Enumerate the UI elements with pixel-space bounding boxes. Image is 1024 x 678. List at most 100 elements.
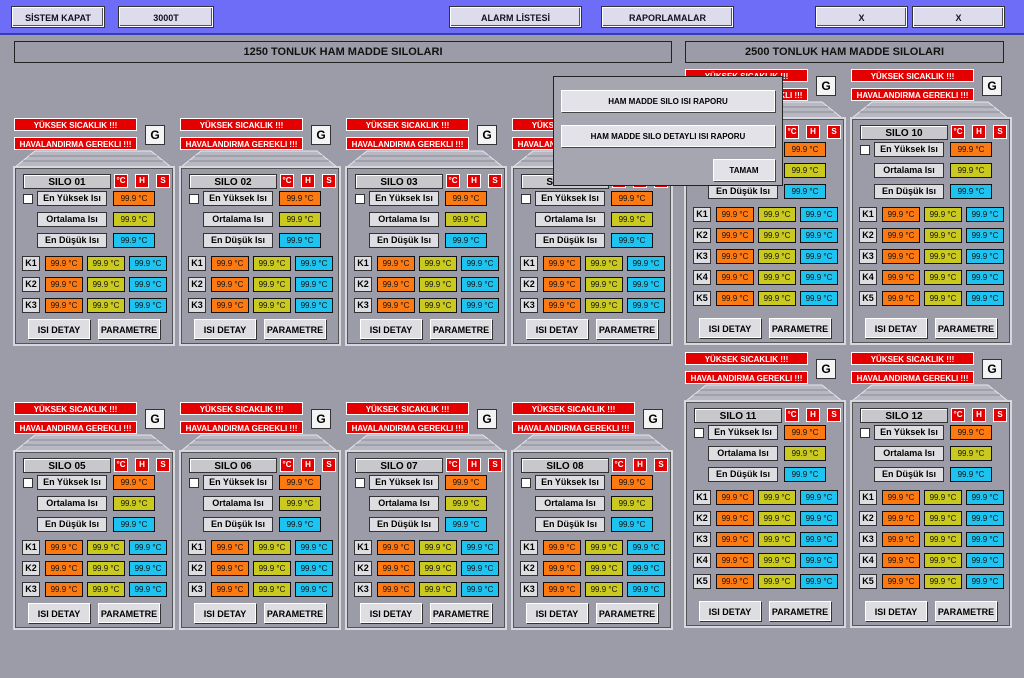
s-chip[interactable]: S bbox=[827, 125, 841, 139]
parameter-button[interactable]: PARAMETRE bbox=[430, 319, 492, 339]
heat-detail-button[interactable]: ISI DETAY bbox=[526, 319, 588, 339]
g-button[interactable]: G bbox=[311, 125, 331, 145]
h-chip[interactable]: H bbox=[972, 125, 986, 139]
min-temperature-label: En Düşük Isı bbox=[203, 233, 273, 248]
h-chip[interactable]: H bbox=[135, 458, 149, 472]
g-button[interactable]: G bbox=[477, 409, 497, 429]
parameter-button[interactable]: PARAMETRE bbox=[769, 601, 831, 621]
ok-button[interactable]: TAMAM bbox=[713, 159, 775, 181]
h-chip[interactable]: H bbox=[467, 174, 481, 188]
g-button[interactable]: G bbox=[816, 76, 836, 96]
parameter-button[interactable]: PARAMETRE bbox=[98, 319, 160, 339]
s-chip[interactable]: S bbox=[156, 174, 170, 188]
heat-detail-button[interactable]: ISI DETAY bbox=[865, 601, 927, 621]
g-button[interactable]: G bbox=[145, 125, 165, 145]
silo-checkbox[interactable] bbox=[860, 145, 870, 155]
silo-checkbox[interactable] bbox=[189, 194, 199, 204]
silo-checkbox[interactable] bbox=[694, 428, 704, 438]
close-button-1[interactable]: X bbox=[816, 7, 907, 27]
close-button-2[interactable]: X bbox=[913, 7, 1004, 27]
silo-card-8: YÜKSEK SICAKLIK !!! HAVALANDIRMA GEREKLI … bbox=[511, 402, 673, 678]
unit-celsius-chip[interactable]: °C bbox=[951, 125, 965, 139]
heat-detail-button[interactable]: ISI DETAY bbox=[865, 318, 927, 338]
h-chip[interactable]: H bbox=[467, 458, 481, 472]
g-button[interactable]: G bbox=[311, 409, 331, 429]
silo-checkbox[interactable] bbox=[860, 428, 870, 438]
s-chip[interactable]: S bbox=[654, 458, 668, 472]
heat-detail-button[interactable]: ISI DETAY bbox=[699, 318, 761, 338]
g-button[interactable]: G bbox=[145, 409, 165, 429]
silo-checkbox[interactable] bbox=[521, 194, 531, 204]
silo-detailed-heat-report-button[interactable]: HAM MADDE SILO DETAYLI ISI RAPORU bbox=[561, 125, 775, 147]
unit-celsius-chip[interactable]: °C bbox=[446, 458, 460, 472]
heat-detail-button[interactable]: ISI DETAY bbox=[526, 603, 588, 623]
unit-celsius-chip[interactable]: °C bbox=[280, 174, 294, 188]
sensor-max-value: 99.9 °C bbox=[211, 277, 249, 292]
g-button[interactable]: G bbox=[982, 76, 1002, 96]
g-button[interactable]: G bbox=[643, 409, 663, 429]
h-chip[interactable]: H bbox=[972, 408, 986, 422]
sensor-avg-value: 99.9 °C bbox=[924, 532, 962, 547]
g-button[interactable]: G bbox=[477, 125, 497, 145]
silo-checkbox[interactable] bbox=[521, 478, 531, 488]
s-chip[interactable]: S bbox=[488, 174, 502, 188]
h-chip[interactable]: H bbox=[806, 408, 820, 422]
silo-panel: SILO 03 °C H S En Yüksek Isı 99.9 °C Ortalama … bbox=[345, 166, 507, 346]
sensor-row-label: K5 bbox=[859, 291, 877, 306]
parameter-button[interactable]: PARAMETRE bbox=[935, 318, 997, 338]
unit-celsius-chip[interactable]: °C bbox=[785, 125, 799, 139]
s-chip[interactable]: S bbox=[156, 458, 170, 472]
silo-checkbox[interactable] bbox=[23, 478, 33, 488]
heat-detail-button[interactable]: ISI DETAY bbox=[28, 603, 90, 623]
h-chip[interactable]: H bbox=[806, 125, 820, 139]
unit-celsius-chip[interactable]: °C bbox=[785, 408, 799, 422]
unit-celsius-chip[interactable]: °C bbox=[951, 408, 965, 422]
parameter-button[interactable]: PARAMETRE bbox=[264, 603, 326, 623]
unit-celsius-chip[interactable]: °C bbox=[114, 458, 128, 472]
s-chip[interactable]: S bbox=[322, 458, 336, 472]
sensor-avg-value: 99.9 °C bbox=[419, 256, 457, 271]
unit-celsius-chip[interactable]: °C bbox=[114, 174, 128, 188]
unit-celsius-chip[interactable]: °C bbox=[280, 458, 294, 472]
capacity-button[interactable]: 3000T bbox=[119, 7, 213, 27]
unit-celsius-chip[interactable]: °C bbox=[446, 174, 460, 188]
h-chip[interactable]: H bbox=[301, 174, 315, 188]
s-chip[interactable]: S bbox=[827, 408, 841, 422]
sensor-row-label: K3 bbox=[693, 249, 711, 264]
heat-detail-button[interactable]: ISI DETAY bbox=[194, 319, 256, 339]
parameter-button[interactable]: PARAMETRE bbox=[596, 319, 658, 339]
heat-detail-button[interactable]: ISI DETAY bbox=[194, 603, 256, 623]
system-shutdown-button[interactable]: SİSTEM KAPAT bbox=[12, 7, 104, 27]
h-chip[interactable]: H bbox=[135, 174, 149, 188]
sensor-max-value: 99.9 °C bbox=[211, 582, 249, 597]
heat-detail-button[interactable]: ISI DETAY bbox=[28, 319, 90, 339]
g-button[interactable]: G bbox=[816, 359, 836, 379]
silo-checkbox[interactable] bbox=[355, 478, 365, 488]
parameter-button[interactable]: PARAMETRE bbox=[98, 603, 160, 623]
parameter-button[interactable]: PARAMETRE bbox=[596, 603, 658, 623]
silo-checkbox[interactable] bbox=[23, 194, 33, 204]
s-chip[interactable]: S bbox=[993, 125, 1007, 139]
heat-detail-button[interactable]: ISI DETAY bbox=[360, 603, 422, 623]
h-chip[interactable]: H bbox=[633, 458, 647, 472]
alarm-list-button[interactable]: ALARM LİSTESİ bbox=[450, 7, 581, 27]
silo-checkbox[interactable] bbox=[189, 478, 199, 488]
parameter-button[interactable]: PARAMETRE bbox=[430, 603, 492, 623]
g-button[interactable]: G bbox=[982, 359, 1002, 379]
sensor-avg-value: 99.9 °C bbox=[758, 490, 796, 505]
parameter-button[interactable]: PARAMETRE bbox=[769, 318, 831, 338]
reports-button[interactable]: RAPORLAMALAR bbox=[602, 7, 733, 27]
heat-detail-button[interactable]: ISI DETAY bbox=[360, 319, 422, 339]
unit-celsius-chip[interactable]: °C bbox=[612, 458, 626, 472]
s-chip[interactable]: S bbox=[488, 458, 502, 472]
parameter-button[interactable]: PARAMETRE bbox=[935, 601, 997, 621]
average-temperature-value: 99.9 °C bbox=[279, 496, 321, 511]
silo-heat-report-button[interactable]: HAM MADDE SILO ISI RAPORU bbox=[561, 90, 775, 112]
h-chip[interactable]: H bbox=[301, 458, 315, 472]
silo-checkbox[interactable] bbox=[355, 194, 365, 204]
s-chip[interactable]: S bbox=[993, 408, 1007, 422]
heat-detail-button[interactable]: ISI DETAY bbox=[699, 601, 761, 621]
s-chip[interactable]: S bbox=[322, 174, 336, 188]
sensor-max-value: 99.9 °C bbox=[377, 561, 415, 576]
parameter-button[interactable]: PARAMETRE bbox=[264, 319, 326, 339]
